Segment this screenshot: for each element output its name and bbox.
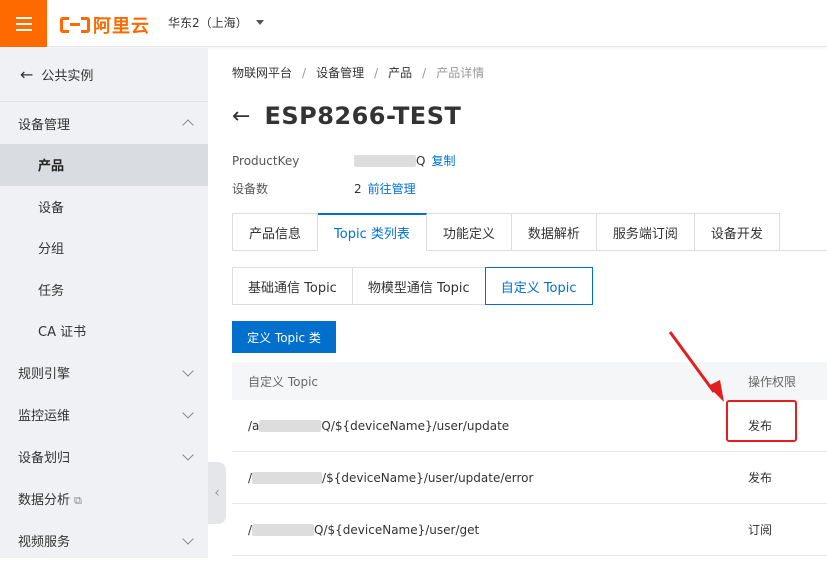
- sidebar-group-label: 规则引擎: [18, 367, 71, 382]
- tab-data-parsing[interactable]: 数据解析: [511, 213, 597, 251]
- permission-cell: 订阅: [748, 523, 773, 537]
- chevron-down-icon: [182, 364, 194, 377]
- breadcrumb-item[interactable]: 物联网平台: [232, 66, 292, 80]
- page-header: ← ESP8266-TEST: [232, 102, 461, 130]
- sidebar-item-device[interactable]: 设备: [0, 186, 208, 228]
- external-link-icon: ⧉: [74, 494, 82, 507]
- sidebar-collapse-handle[interactable]: ‹: [208, 462, 226, 524]
- sidebar: ← 公共实例 设备管理 产品 设备 分组 任务 CA 证书 规则引擎 监控运维 …: [0, 48, 208, 558]
- sidebar-item-ca-cert[interactable]: CA 证书: [0, 310, 208, 352]
- arrow-left-icon: ←: [20, 65, 34, 84]
- breadcrumb-item[interactable]: 产品: [388, 66, 412, 80]
- back-to-public-instance[interactable]: ← 公共实例: [0, 48, 208, 102]
- table-header: 自定义 Topic 操作权限: [232, 362, 827, 400]
- top-bar: 阿里云 华东2（上海）: [0, 0, 827, 47]
- product-tabs: 产品信息 Topic 类列表 功能定义 数据解析 服务端订阅 设备开发: [232, 213, 827, 251]
- page-title: ESP8266-TEST: [264, 102, 462, 130]
- device-count-row: 设备数 2 前往管理: [232, 180, 416, 197]
- subtab-tsl-topic[interactable]: 物模型通信 Topic: [351, 267, 486, 305]
- sidebar-group-device-management[interactable]: 设备管理: [0, 102, 208, 144]
- chevron-down-icon: [182, 532, 194, 545]
- topic-subtabs: 基础通信 Topic 物模型通信 Topic 自定义 Topic: [232, 267, 593, 305]
- product-key-row: ProductKey Q 复制: [232, 152, 455, 169]
- table-row: //${deviceName}/user/update/error 发布: [232, 452, 827, 504]
- aliyun-logo[interactable]: 阿里云: [60, 12, 150, 38]
- subtab-basic-topic[interactable]: 基础通信 Topic: [232, 267, 353, 305]
- sidebar-group-monitoring[interactable]: 监控运维: [0, 394, 208, 436]
- sidebar-group-label: 数据分析: [18, 493, 71, 508]
- sidebar-group-data-analysis[interactable]: 数据分析 ⧉: [0, 478, 208, 520]
- header-permission: 操作权限: [748, 374, 797, 389]
- annotation-arrow: [668, 331, 724, 402]
- product-key-suffix: Q: [416, 153, 426, 168]
- redacted-value: [252, 524, 315, 536]
- header-topic: 自定义 Topic: [248, 374, 318, 389]
- manage-link[interactable]: 前往管理: [368, 180, 416, 197]
- hamburger-menu-icon[interactable]: [0, 0, 47, 47]
- sidebar-group-label: 设备管理: [18, 117, 71, 133]
- sidebar-item-task[interactable]: 任务: [0, 269, 208, 311]
- define-topic-class-button[interactable]: 定义 Topic 类: [232, 321, 336, 353]
- breadcrumb-current: 产品详情: [436, 66, 485, 80]
- logo-text: 阿里云: [93, 16, 150, 37]
- sidebar-item-product[interactable]: 产品: [0, 144, 208, 186]
- topic-cell: /a Q/${deviceName}/user/update: [248, 418, 510, 433]
- table-row: / Q/${deviceName}/user/get 订阅: [232, 504, 827, 556]
- topic-cell: / Q/${deviceName}/user/get: [248, 522, 480, 537]
- region-label: 华东2（上海）: [168, 16, 248, 30]
- copy-link[interactable]: 复制: [431, 152, 455, 169]
- region-selector[interactable]: 华东2（上海）: [168, 14, 264, 31]
- tab-device-development[interactable]: 设备开发: [694, 213, 780, 251]
- permission-cell: 发布: [748, 471, 773, 485]
- sidebar-group-device-assignment[interactable]: 设备划归: [0, 436, 208, 478]
- sidebar-group-video-service[interactable]: 视频服务: [0, 520, 208, 562]
- caret-down-icon: [255, 20, 264, 25]
- redacted-value: [354, 155, 416, 167]
- sidebar-group-label: 监控运维: [18, 409, 71, 424]
- tab-topic-list[interactable]: Topic 类列表: [318, 213, 427, 251]
- device-count-value: 2: [354, 181, 362, 196]
- tab-product-info[interactable]: 产品信息: [232, 213, 319, 251]
- redacted-value: [252, 472, 323, 484]
- device-count-label: 设备数: [232, 182, 269, 196]
- chevron-left-icon: ‹: [214, 485, 220, 501]
- breadcrumb-item[interactable]: 设备管理: [316, 66, 364, 80]
- custom-topic-table: 自定义 Topic 操作权限 /a Q/${deviceName}/user/up…: [232, 362, 827, 556]
- breadcrumb: 物联网平台 / 设备管理 / 产品 / 产品详情: [232, 66, 485, 80]
- chevron-down-icon: [182, 406, 194, 419]
- product-key-label: ProductKey: [232, 153, 300, 168]
- back-arrow-icon[interactable]: ←: [232, 104, 250, 129]
- sidebar-group-label: 设备划归: [18, 451, 71, 466]
- chevron-up-icon: [182, 119, 194, 131]
- annotation-highlight-box: [726, 400, 797, 442]
- sidebar-group-rules-engine[interactable]: 规则引擎: [0, 352, 208, 394]
- chevron-down-icon: [182, 448, 194, 461]
- redacted-value: [259, 420, 322, 432]
- tab-function-definition[interactable]: 功能定义: [426, 213, 512, 251]
- back-label: 公共实例: [41, 69, 94, 84]
- sidebar-group-label: 视频服务: [18, 535, 71, 550]
- subtab-custom-topic[interactable]: 自定义 Topic: [484, 267, 593, 305]
- aliyun-logo-icon: [60, 15, 90, 35]
- topic-cell: //${deviceName}/user/update/error: [248, 470, 534, 485]
- sidebar-item-group[interactable]: 分组: [0, 227, 208, 269]
- tab-server-subscription[interactable]: 服务端订阅: [596, 213, 695, 251]
